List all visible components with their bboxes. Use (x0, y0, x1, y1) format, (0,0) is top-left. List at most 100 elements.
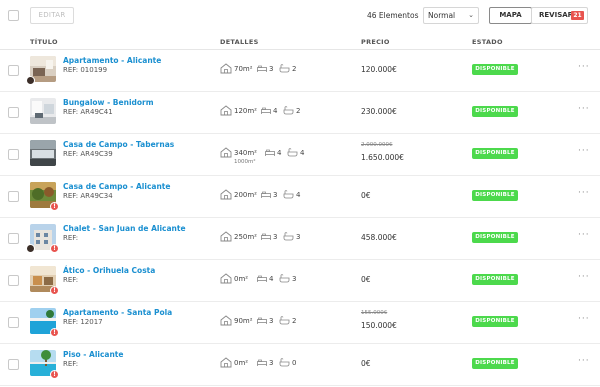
bedrooms-value: 3 (269, 317, 274, 325)
select-all-checkbox[interactable] (8, 10, 19, 21)
area-icon (220, 189, 232, 202)
status-badge[interactable]: DISPONIBLE (472, 232, 518, 243)
warning-icon[interactable]: ! (50, 286, 59, 295)
column-header-title[interactable]: TÍTULO (30, 38, 58, 46)
more-options-icon[interactable]: ··· (578, 146, 590, 156)
row-checkbox[interactable] (8, 191, 19, 202)
row-checkbox[interactable] (8, 149, 19, 160)
table-header: TÍTULO DETALLES PRECIO ESTADO (0, 36, 600, 50)
bedrooms-value: 3 (269, 65, 274, 73)
warning-icon[interactable]: ! (50, 370, 59, 379)
status-badge[interactable]: DISPONIBLE (472, 106, 518, 117)
warning-icon[interactable]: ! (50, 244, 59, 253)
property-ref: REF: AR49C41 (63, 108, 113, 116)
more-options-icon[interactable]: ··· (578, 104, 590, 114)
area-value: 250m² (234, 233, 257, 241)
row-checkbox[interactable] (8, 107, 19, 118)
status-badge[interactable]: DISPONIBLE (472, 64, 518, 75)
area-value: 120m² (234, 107, 257, 115)
bathrooms-value: 3 (296, 233, 301, 241)
row-checkbox[interactable] (8, 233, 19, 244)
property-ref: REF: 010199 (63, 66, 108, 74)
table-row[interactable]: ! Apartamento - Santa Pola REF: 12017 90m² 3… (0, 302, 600, 344)
area-icon (220, 147, 232, 160)
warning-icon[interactable]: ! (50, 202, 59, 211)
property-title-link[interactable]: Apartamento - Alicante (63, 56, 161, 65)
sort-select[interactable]: Normal ⌄ (423, 7, 479, 24)
table-row[interactable]: Casa de Campo - Tabernas REF: AR49C39 340m… (0, 134, 600, 176)
more-options-icon[interactable]: ··· (578, 272, 590, 282)
area-icon (220, 231, 232, 244)
row-checkbox[interactable] (8, 65, 19, 76)
column-header-status[interactable]: ESTADO (472, 38, 503, 46)
bed-icon (261, 107, 271, 116)
status-badge[interactable]: DISPONIBLE (472, 358, 518, 369)
property-title-link[interactable]: Ático - Orihuela Costa (63, 266, 155, 275)
bedrooms-value: 4 (269, 275, 274, 283)
agent-avatar (26, 244, 35, 253)
more-options-icon[interactable]: ··· (578, 62, 590, 72)
bath-icon (279, 358, 290, 369)
more-options-icon[interactable]: ··· (578, 314, 590, 324)
bathrooms-value: 0 (292, 359, 297, 367)
status-badge[interactable]: DISPONIBLE (472, 190, 518, 201)
bed-icon (257, 275, 267, 284)
status-badge[interactable]: DISPONIBLE (472, 274, 518, 285)
row-checkbox[interactable] (8, 359, 19, 370)
bed-icon (265, 149, 275, 158)
row-checkbox[interactable] (8, 317, 19, 328)
edit-button[interactable]: EDITAR (30, 7, 74, 24)
property-thumbnail[interactable] (30, 98, 56, 124)
price: 0€ (361, 191, 371, 200)
area-icon (220, 315, 232, 328)
area-value: 200m² (234, 191, 257, 199)
price: 120.000€ (361, 65, 397, 74)
map-button[interactable]: MAPA (489, 7, 532, 24)
price: 0€ (361, 359, 371, 368)
more-options-icon[interactable]: ··· (578, 230, 590, 240)
property-title-link[interactable]: Casa de Campo - Alicante (63, 182, 170, 191)
row-checkbox[interactable] (8, 275, 19, 286)
table-row[interactable]: Bungalow - Benidorm REF: AR49C41 120m² 4 2 23… (0, 92, 600, 134)
bed-icon (261, 191, 271, 200)
previous-price: 155.000€ (361, 310, 388, 316)
column-header-price[interactable]: PRECIO (361, 38, 390, 46)
property-ref: REF: (63, 360, 79, 368)
bathrooms-value: 2 (292, 65, 297, 73)
table-row[interactable]: Apartamento - Alicante REF: 010199 70m² 3 2 1… (0, 50, 600, 92)
bed-icon (257, 65, 267, 74)
table-row[interactable]: ! Chalet - San Juan de Alicante REF: 250m² 3… (0, 218, 600, 260)
status-badge[interactable]: DISPONIBLE (472, 316, 518, 327)
review-button[interactable]: REVISAR 21 (531, 7, 588, 24)
price: 0€ (361, 275, 371, 284)
bedrooms-value: 3 (273, 233, 278, 241)
previous-price: 2.000.000€ (361, 142, 393, 148)
bed-icon (261, 233, 271, 242)
warning-icon[interactable]: ! (50, 328, 59, 337)
review-count-badge: 21 (571, 11, 584, 20)
property-title-link[interactable]: Casa de Campo - Tabernas (63, 140, 174, 149)
property-ref: REF: (63, 234, 79, 242)
status-badge[interactable]: DISPONIBLE (472, 148, 518, 159)
plot-area-value: 1000m² (234, 159, 256, 165)
bath-icon (283, 232, 294, 243)
more-options-icon[interactable]: ··· (578, 188, 590, 198)
sort-select-value: Normal (428, 11, 456, 20)
property-title-link[interactable]: Apartamento - Santa Pola (63, 308, 172, 317)
property-thumbnail[interactable] (30, 140, 56, 166)
bedrooms-value: 4 (273, 107, 278, 115)
property-title-link[interactable]: Bungalow - Benidorm (63, 98, 154, 107)
area-value: 90m² (234, 317, 253, 325)
table-row[interactable]: ! Ático - Orihuela Costa REF: 0m² 4 3 0€ DISPON… (0, 260, 600, 302)
bathrooms-value: 2 (296, 107, 301, 115)
price: 230.000€ (361, 107, 397, 116)
bath-icon (279, 274, 290, 285)
bedrooms-value: 3 (273, 191, 278, 199)
property-title-link[interactable]: Piso - Alicante (63, 350, 123, 359)
property-ref: REF: AR49C39 (63, 150, 113, 158)
property-title-link[interactable]: Chalet - San Juan de Alicante (63, 224, 186, 233)
bedrooms-value: 3 (269, 359, 274, 367)
more-options-icon[interactable]: ··· (578, 356, 590, 366)
table-row[interactable]: ! Casa de Campo - Alicante REF: AR49C34 200… (0, 176, 600, 218)
table-row[interactable]: ! Piso - Alicante REF: 0m² 3 0 0€ DISPONIBLE ··· (0, 344, 600, 386)
